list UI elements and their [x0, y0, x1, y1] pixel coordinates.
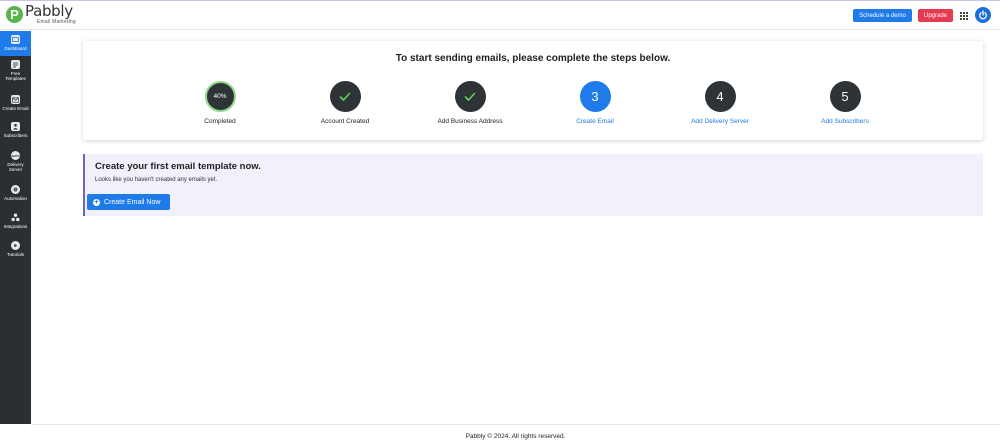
sidebar-item-label: Subscribers — [3, 133, 28, 138]
schedule-demo-button[interactable]: Schedule a demo — [853, 9, 912, 22]
check-icon — [454, 81, 486, 112]
sidebar-item-subscribers[interactable]: Subscribers — [0, 122, 31, 138]
step-label: Add Business Address — [437, 118, 503, 125]
integrations-icon — [11, 213, 20, 222]
sidebar-item-label: Delivery Server — [7, 162, 24, 173]
create-email-now-button[interactable]: + Create Email Now — [87, 194, 170, 210]
panel-subtitle: Looks like you haven't created any email… — [95, 177, 218, 183]
check-icon — [329, 81, 361, 112]
footer: Pabbly © 2024. All rights reserved. — [31, 424, 1000, 447]
progress-percent: 40% — [213, 93, 227, 100]
dashboard-icon — [11, 35, 20, 44]
sidebar-item-automation[interactable]: Automation — [0, 185, 31, 201]
step-number[interactable]: 5 — [829, 81, 861, 112]
sidebar-item-label: Dashboard — [4, 46, 27, 51]
step-account-created: Account Created — [290, 81, 400, 125]
plus-circle-icon: + — [93, 198, 100, 206]
sidebar-item-label: Integrations — [3, 224, 28, 229]
step-link[interactable]: Add Delivery Server — [691, 118, 749, 125]
step-add-subscribers[interactable]: 5 Add Subscribers — [790, 81, 900, 125]
step-add-business-address: Add Business Address — [415, 81, 525, 125]
templates-icon — [11, 60, 20, 69]
create-email-now-label: Create Email Now — [104, 198, 161, 206]
sidebar-item-dashboard[interactable]: Dashboard — [0, 31, 31, 56]
step-number[interactable]: 3 — [579, 81, 611, 112]
logo-subtitle: Email Marketing — [37, 19, 76, 25]
step-completed-progress: 40% Completed — [165, 81, 275, 125]
power-icon[interactable] — [975, 7, 991, 23]
apps-grid-icon[interactable] — [960, 12, 968, 20]
sidebar-item-create-email[interactable]: Create Email — [0, 95, 31, 111]
pabbly-logo[interactable]: P Pabbly Email Marketing — [6, 4, 76, 25]
automation-icon — [11, 185, 20, 194]
steps-title: To start sending emails, please complete… — [395, 53, 671, 64]
sidebar-item-free-templates[interactable]: Free Templates — [0, 60, 31, 81]
smtp-icon: SMTP — [11, 151, 20, 160]
sidebar-item-label: Automation — [4, 196, 27, 201]
step-number[interactable]: 4 — [704, 81, 736, 112]
sidebar-item-integrations[interactable]: Integrations — [0, 213, 31, 229]
step-add-delivery-server[interactable]: 4 Add Delivery Server — [665, 81, 775, 125]
create-email-panel: Create your first email template now. Lo… — [83, 154, 983, 216]
step-link[interactable]: Add Subscribers — [821, 118, 869, 125]
envelope-icon — [11, 95, 20, 104]
play-icon — [11, 241, 20, 250]
step-label: Account Created — [320, 118, 370, 125]
logo-p-icon: P — [6, 6, 23, 23]
progress-ring: 40% — [204, 81, 236, 112]
sidebar: Dashboard Free Templates Create Email Su… — [0, 31, 31, 424]
top-bar: P Pabbly Email Marketing Schedule a demo… — [0, 0, 1000, 30]
sidebar-item-label: Create Email — [2, 106, 29, 111]
step-create-email[interactable]: 3 Create Email — [540, 81, 650, 125]
upgrade-button[interactable]: Upgrade — [918, 9, 953, 22]
subscribers-icon — [11, 122, 20, 131]
logo-name: Pabbly — [25, 2, 73, 20]
step-link[interactable]: Create Email — [576, 118, 614, 125]
step-label: Completed — [204, 118, 236, 125]
sidebar-item-delivery-server[interactable]: SMTP Delivery Server — [0, 151, 31, 172]
sidebar-item-label: Free Templates — [5, 71, 26, 82]
sidebar-item-label: Tutorials — [6, 252, 25, 257]
panel-title: Create your first email template now. — [95, 161, 261, 172]
sidebar-item-tutorials[interactable]: Tutorials — [0, 241, 31, 257]
onboarding-steps-card: To start sending emails, please complete… — [83, 41, 983, 140]
